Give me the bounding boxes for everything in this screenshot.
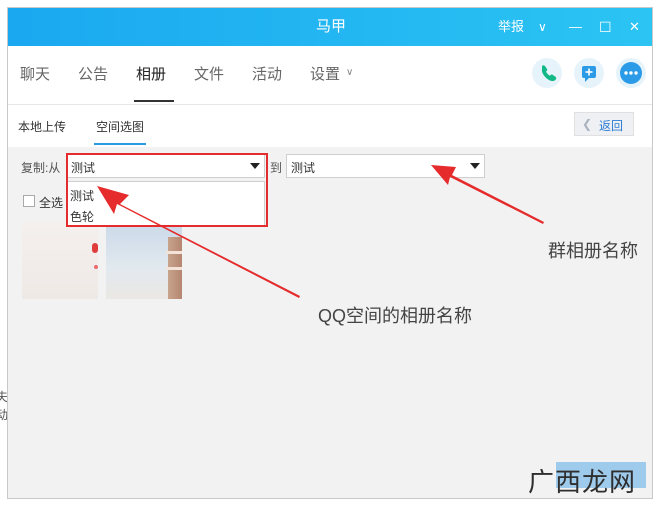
annotation-arrows bbox=[97, 165, 544, 298]
watermark-text: 广西龙网 bbox=[528, 467, 637, 497]
